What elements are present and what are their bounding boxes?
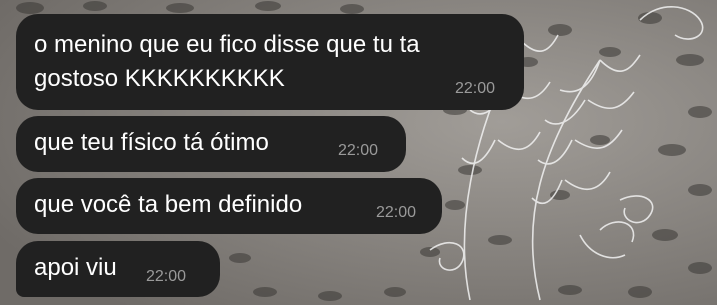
chat-message-list: o menino que eu fico disse que tu ta gos… bbox=[0, 0, 717, 305]
message-timestamp: 22:00 bbox=[455, 80, 496, 97]
message-text: o menino que eu fico disse que tu ta gos… bbox=[34, 31, 420, 92]
message-bubble[interactable]: que você ta bem definido 22:00 bbox=[16, 178, 442, 234]
message-bubble[interactable]: que teu físico tá ótimo 22:00 bbox=[16, 116, 406, 172]
message-timestamp: 22:00 bbox=[338, 142, 379, 159]
message-bubble[interactable]: o menino que eu fico disse que tu ta gos… bbox=[16, 14, 524, 110]
message-text: que você ta bem definido bbox=[34, 191, 303, 218]
message-timestamp: 22:00 bbox=[146, 268, 187, 285]
message-bubble[interactable]: apoi viu 22:00 bbox=[16, 241, 220, 297]
message-text: apoi viu bbox=[34, 254, 117, 281]
message-timestamp: 22:00 bbox=[376, 204, 417, 221]
message-text: que teu físico tá ótimo bbox=[34, 129, 269, 156]
